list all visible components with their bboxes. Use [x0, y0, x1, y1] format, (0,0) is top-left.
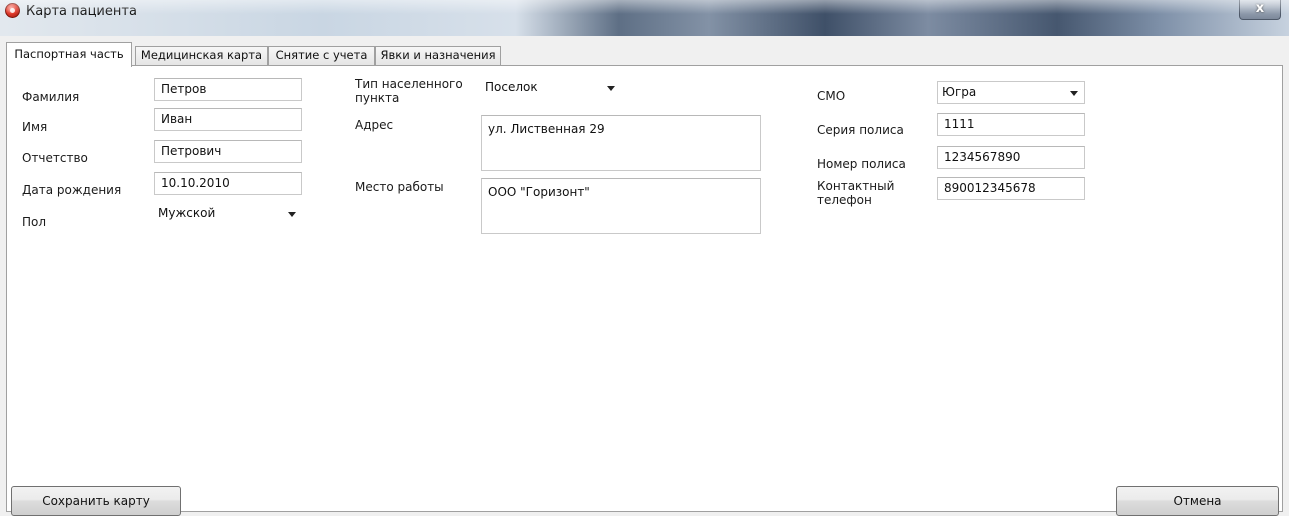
phone-label: Контактный телефон [817, 179, 895, 207]
chevron-down-icon [607, 86, 615, 91]
smo-label: СМО [817, 89, 846, 103]
address-label: Адрес [355, 118, 394, 132]
policy-series-field[interactable]: 1111 [937, 113, 1085, 136]
first-name-field[interactable]: Иван [154, 108, 302, 131]
smo-value: Югра [942, 85, 977, 99]
phone-field[interactable]: 890012345678 [937, 177, 1085, 200]
chevron-down-icon [1070, 91, 1078, 96]
patronymic-field[interactable]: Петрович [154, 140, 302, 163]
birth-date-label: Дата рождения [22, 183, 122, 197]
sex-select[interactable]: Мужской [154, 203, 302, 226]
smo-select[interactable]: Югра [937, 81, 1085, 104]
patient-card-window: Карта пациента x Паспортная часть Медици… [0, 0, 1289, 516]
tab-deregistration[interactable]: Снятие с учета [268, 46, 375, 66]
cancel-button[interactable]: Отмена [1116, 486, 1279, 516]
settlement-type-value: Поселок [485, 80, 538, 94]
sex-select-value: Мужской [158, 206, 216, 220]
app-icon [5, 3, 20, 18]
workplace-field[interactable]: ООО "Горизонт" [481, 178, 761, 234]
tab-medical-card[interactable]: Медицинская карта [135, 46, 268, 66]
policy-series-label: Серия полиса [817, 123, 904, 137]
title-bar[interactable]: Карта пациента x [0, 0, 1289, 36]
window-title: Карта пациента [26, 4, 137, 19]
policy-number-label: Номер полиса [817, 157, 906, 171]
settlement-type-select[interactable]: Поселок [481, 77, 621, 100]
passport-panel: Фамилия Петров Имя Иван Отчетство Петров… [6, 65, 1283, 516]
policy-number-field[interactable]: 1234567890 [937, 146, 1085, 169]
address-field[interactable]: ул. Лиственная 29 [481, 115, 761, 171]
sex-label: Пол [22, 215, 47, 229]
chevron-down-icon [288, 212, 296, 217]
workplace-label: Место работы [355, 180, 444, 194]
first-name-label: Имя [22, 120, 48, 134]
settlement-type-label: Тип населенного пункта [355, 77, 463, 105]
last-name-label: Фамилия [22, 90, 80, 104]
tab-passport[interactable]: Паспортная часть [6, 42, 132, 67]
birth-date-field[interactable]: 10.10.2010 [154, 172, 302, 195]
tab-visits-appointments[interactable]: Явки и назначения [375, 46, 501, 66]
patronymic-label: Отчетство [22, 151, 88, 165]
save-card-button[interactable]: Сохранить карту [11, 486, 181, 516]
last-name-field[interactable]: Петров [154, 78, 302, 101]
close-button[interactable]: x [1239, 0, 1281, 20]
